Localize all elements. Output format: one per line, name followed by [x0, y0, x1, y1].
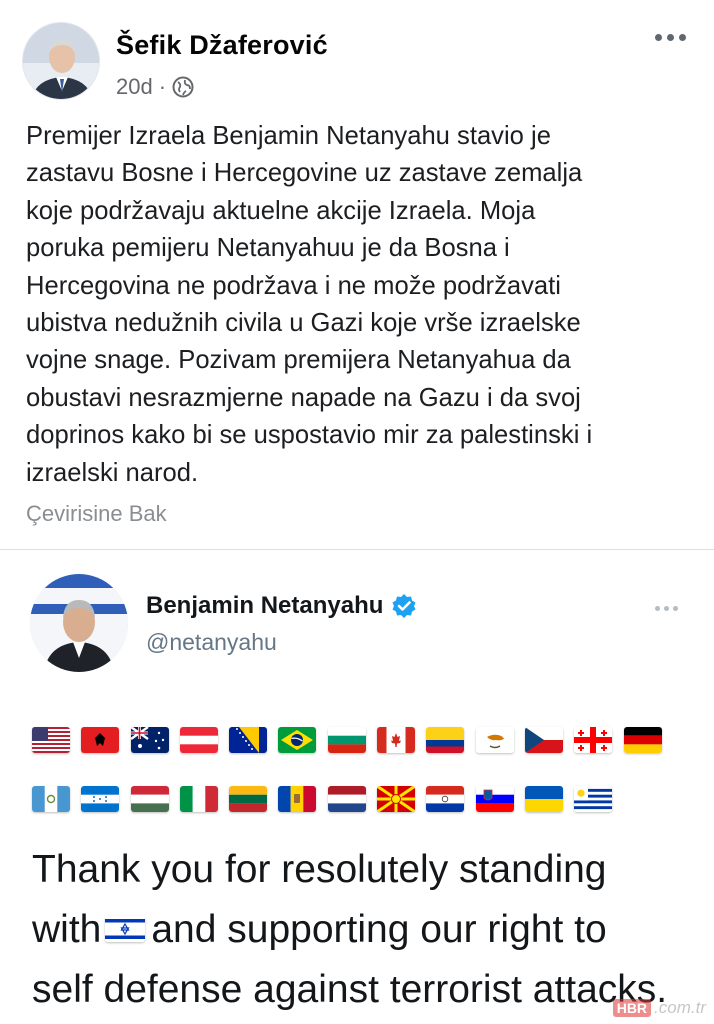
- post-time[interactable]: 20d: [116, 74, 153, 100]
- albania-flag-icon: [81, 727, 120, 753]
- austria-flag-icon: [179, 727, 218, 753]
- georgia-flag-icon: [574, 727, 613, 753]
- tweet-line-2: with and supporting our right to: [32, 900, 692, 960]
- netherlands-flag-icon: [327, 786, 366, 812]
- australia-flag-icon: [130, 727, 169, 753]
- united-states-flag-icon: [32, 727, 70, 753]
- facebook-post: Šefik Džaferović 20d · Premijer Izraela …: [0, 0, 714, 548]
- post-options-ellipsis-icon[interactable]: [649, 28, 692, 47]
- uruguay-flag-icon: [574, 786, 613, 812]
- slovenia-flag-icon: [475, 786, 514, 812]
- site-watermark: HBR .com.tr: [612, 998, 706, 1018]
- author-name[interactable]: Šefik Džaferović: [116, 30, 328, 61]
- israel-flag-icon: [105, 915, 146, 942]
- verified-badge-icon: [391, 593, 417, 619]
- post-meta: 20d ·: [116, 74, 194, 100]
- tweet-options-ellipsis-icon[interactable]: [651, 602, 682, 615]
- flags-row-2: [32, 786, 613, 812]
- dot: [673, 606, 678, 611]
- flags-row-1: [32, 727, 662, 753]
- north-macedonia-flag-icon: [377, 786, 416, 812]
- dot: [679, 34, 686, 41]
- bosnia-and-herzegovina-flag-icon: [229, 727, 268, 753]
- tweet-author-handle[interactable]: @netanyahu: [146, 629, 277, 656]
- watermark-badge: HBR: [612, 999, 652, 1017]
- dot: [655, 606, 660, 611]
- tweet-line-3: self defense against terrorist attacks.: [32, 968, 668, 1011]
- tweet-author-avatar[interactable]: [30, 574, 128, 672]
- dot: [667, 34, 674, 41]
- canada-flag-icon: [377, 727, 416, 753]
- guatemala-flag-icon: [32, 786, 70, 812]
- ukraine-flag-icon: [524, 786, 563, 812]
- tweet-name-row: Benjamin Netanyahu: [146, 592, 417, 620]
- dot: [655, 34, 662, 41]
- czechia-flag-icon: [524, 727, 563, 753]
- italy-flag-icon: [179, 786, 218, 812]
- bulgaria-flag-icon: [327, 727, 366, 753]
- watermark-domain: .com.tr: [654, 998, 706, 1017]
- paraguay-flag-icon: [426, 786, 465, 812]
- cyprus-flag-icon: [475, 727, 514, 753]
- meta-separator: ·: [158, 74, 167, 99]
- tweet-word-with: with: [32, 908, 102, 951]
- lithuania-flag-icon: [229, 786, 268, 812]
- post-text: Premijer Izraela Benjamin Netanyahu stav…: [26, 122, 593, 487]
- colombia-flag-icon: [426, 727, 465, 753]
- dot: [664, 606, 669, 611]
- hungary-flag-icon: [130, 786, 169, 812]
- moldova-flag-icon: [278, 786, 317, 812]
- globe-icon[interactable]: [172, 76, 194, 98]
- see-translation-link[interactable]: Çevirisine Bak: [26, 501, 167, 527]
- tweet-line-2-rest: and supporting our right to: [151, 908, 607, 951]
- honduras-flag-icon: [81, 786, 120, 812]
- germany-flag-icon: [623, 727, 662, 753]
- embedded-tweet: Benjamin Netanyahu @netanyahu Thank you …: [0, 550, 714, 1024]
- tweet-line-1: Thank you for resolutely standing: [32, 848, 607, 891]
- author-avatar[interactable]: [22, 22, 100, 100]
- tweet-text: Thank you for resolutely standing with an…: [32, 840, 692, 1020]
- brazil-flag-icon: [278, 727, 317, 753]
- tweet-author-name[interactable]: Benjamin Netanyahu: [146, 592, 383, 620]
